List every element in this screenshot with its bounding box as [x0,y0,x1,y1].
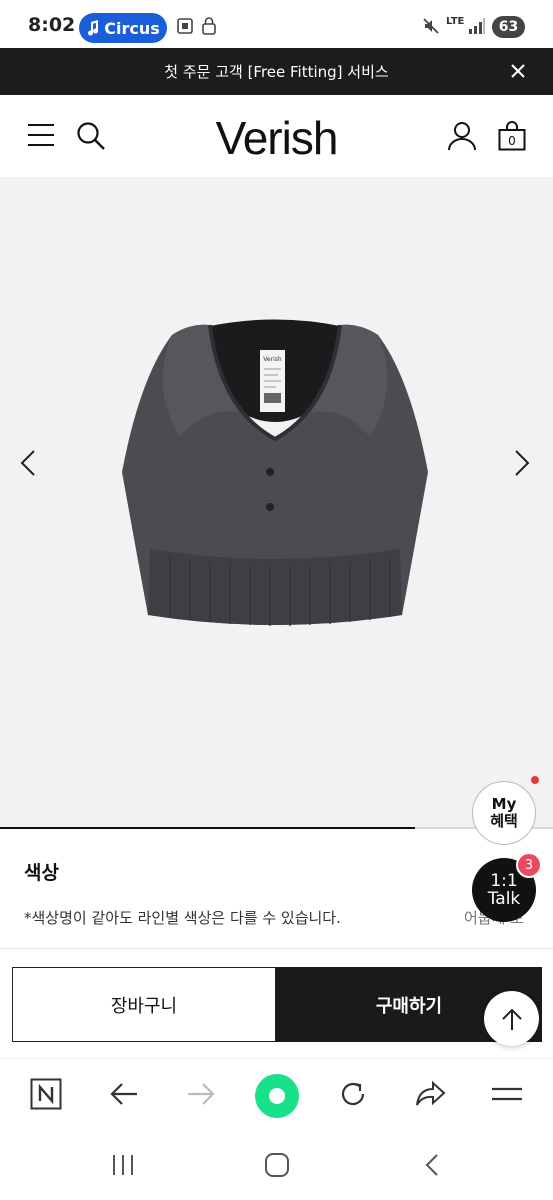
talk-unread-badge: 3 [516,852,542,878]
browser-toolbar [0,1058,553,1136]
my-benefit-button[interactable]: My 혜택 [472,781,536,845]
image-progress-track [0,827,553,829]
home-icon[interactable] [264,1152,290,1178]
browser-menu-icon[interactable] [491,1078,523,1110]
mute-icon [423,18,439,34]
system-navigation-bar [0,1136,553,1200]
screenshot-icon [177,18,193,34]
circus-media-pill[interactable]: Circus [79,13,167,43]
care-label-brand: Verish [263,356,282,363]
network-type: LTE [446,16,465,27]
talk-line2: Talk [487,889,521,909]
image-progress-fill [0,827,415,829]
system-back-icon[interactable] [420,1152,446,1178]
product-image-gallery[interactable]: Verish [0,177,553,827]
music-note-icon [88,20,99,36]
color-disclaimer-note: *색상명이 같아도 라인별 색상은 다를 수 있습니다. [24,909,341,927]
naver-home-icon[interactable] [30,1078,62,1110]
promo-text: 첫 주문 고객 [Free Fitting] 서비스 [164,63,389,81]
scroll-to-top-button[interactable] [484,991,539,1046]
shopping-bag-icon[interactable]: 0 [498,121,526,151]
back-arrow-icon[interactable] [108,1078,140,1110]
battery-indicator: 63 [492,16,525,38]
status-time: 8:02 [28,14,76,36]
notification-dot [531,776,539,784]
green-dot-button[interactable] [255,1074,299,1118]
signal-icon [469,18,485,34]
green-dot-inner [269,1088,285,1104]
talk-line1: 1:1 [490,871,518,891]
next-image-arrow-icon[interactable] [513,449,531,477]
recent-apps-icon[interactable] [110,1152,136,1178]
close-icon[interactable] [509,62,527,80]
promo-banner[interactable]: 첫 주문 고객 [Free Fitting] 서비스 [0,48,553,95]
circus-pill-label: Circus [104,18,160,38]
user-account-icon[interactable] [447,121,477,151]
my-benefit-line2: 혜택 [490,812,518,830]
color-section-title: 색상 [24,862,59,884]
sports-bra-product-image: Verish [122,319,428,626]
section-divider [0,948,553,949]
arrow-up-icon [501,1008,522,1030]
refresh-icon[interactable] [337,1078,369,1110]
previous-image-arrow-icon[interactable] [19,449,37,477]
my-benefit-line1: My [491,795,517,813]
status-bar: 8:02 Circus LTE 63 [0,0,553,48]
share-icon[interactable] [414,1078,446,1110]
add-to-cart-button[interactable]: 장바구니 [12,967,276,1042]
site-header: Verish 0 [0,95,553,177]
lock-icon [202,17,216,35]
forward-arrow-icon[interactable] [185,1078,217,1110]
svg-text:0: 0 [508,134,516,148]
